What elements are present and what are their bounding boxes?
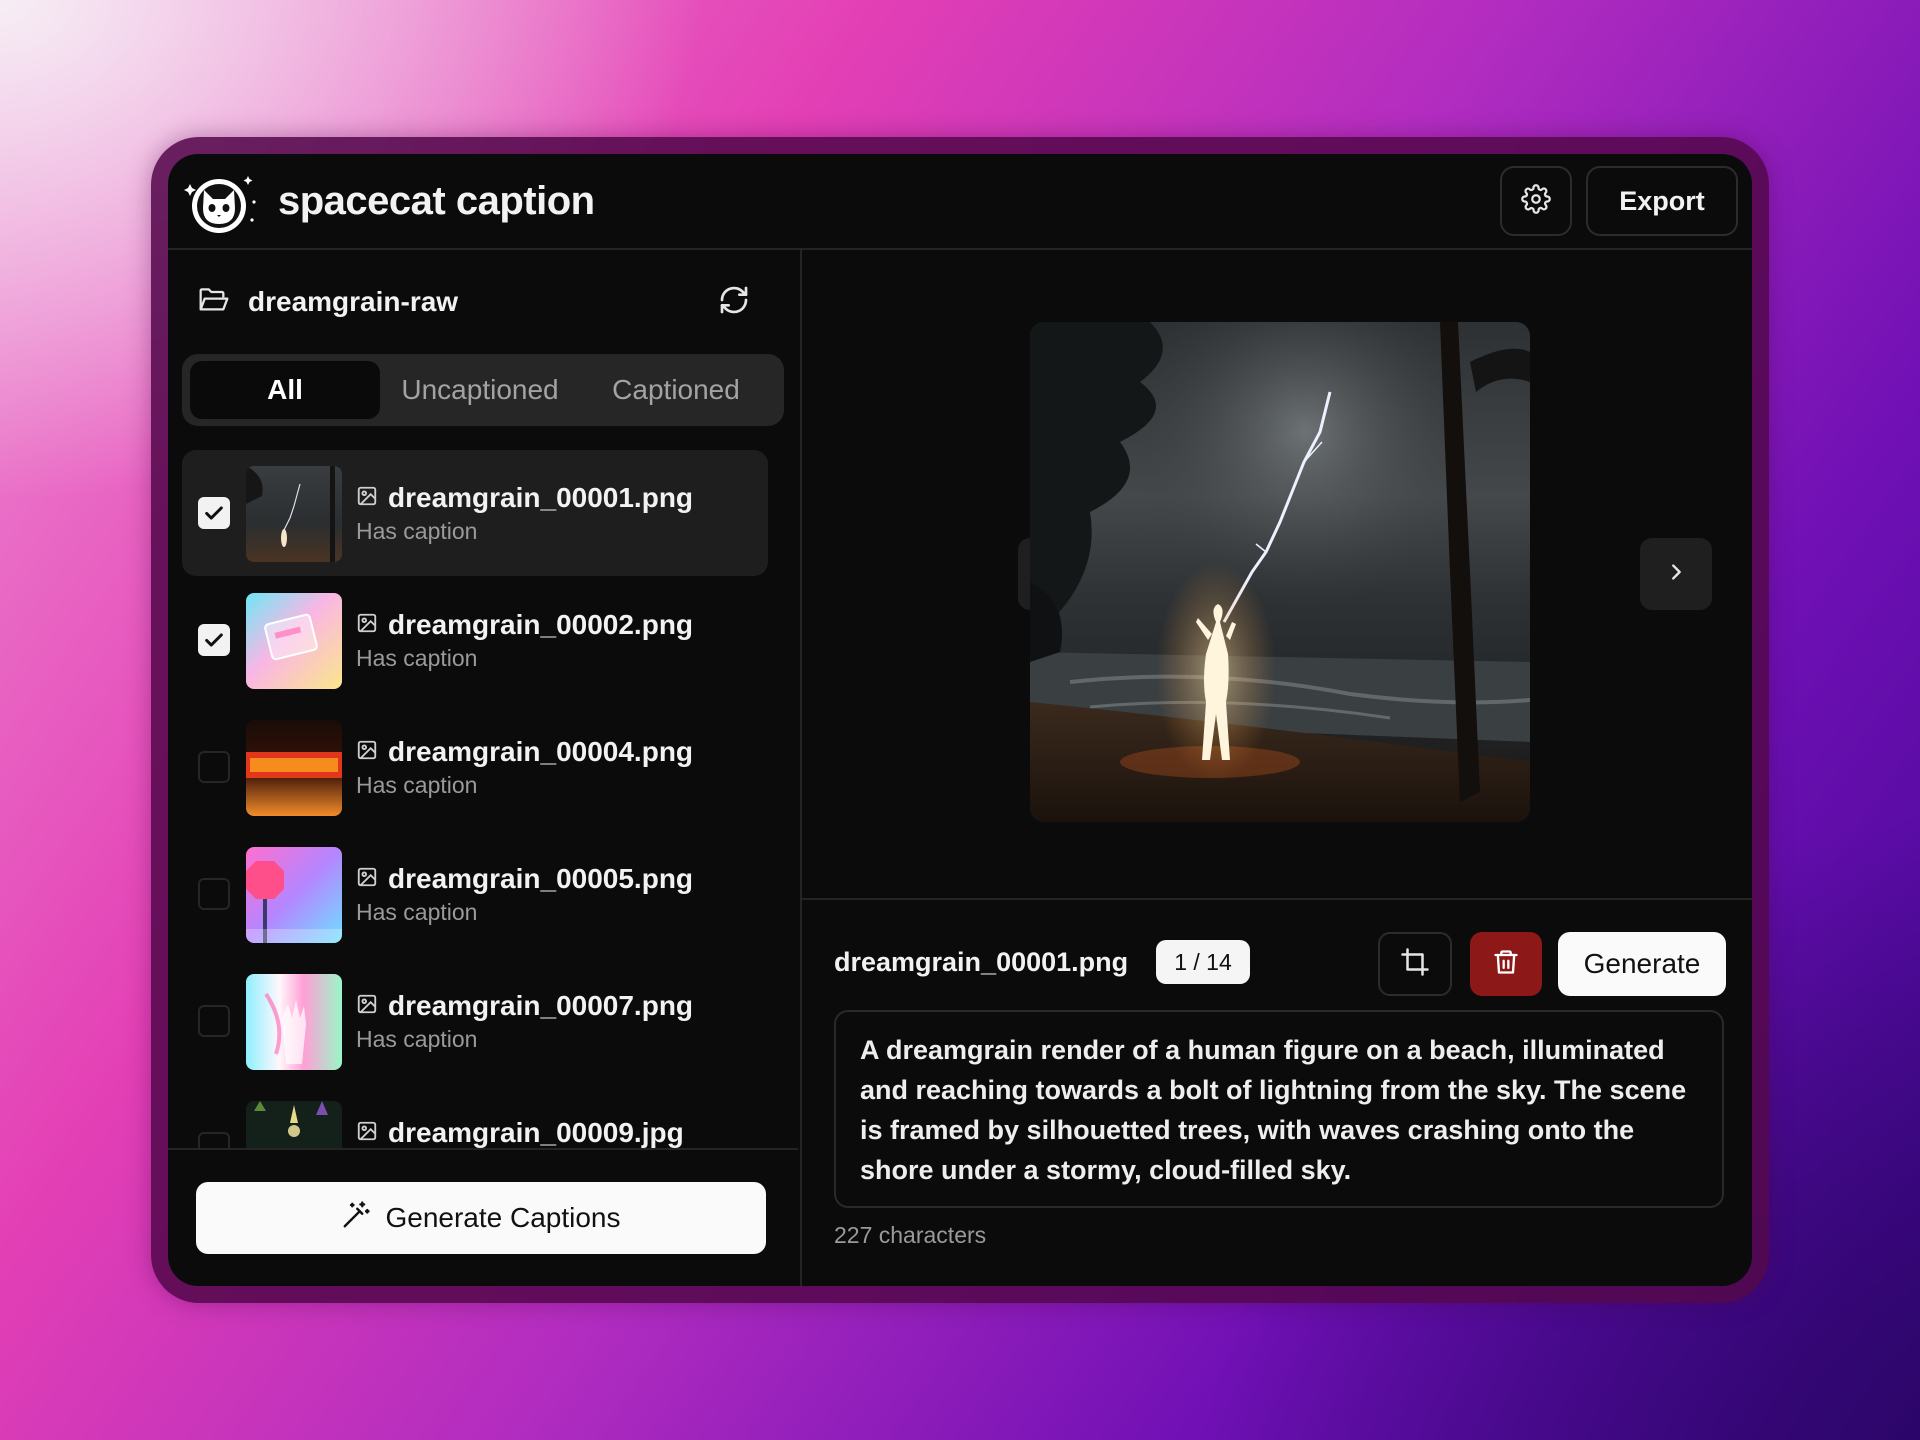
file-thumbnail	[246, 466, 342, 562]
file-status: Has caption	[356, 518, 478, 544]
file-checkbox[interactable]	[198, 1132, 230, 1148]
spacecat-logo	[182, 170, 262, 236]
settings-button[interactable]	[1500, 166, 1572, 236]
folder-open-icon	[198, 286, 230, 319]
file-status: Has caption	[356, 899, 478, 925]
tab-all[interactable]: All	[190, 361, 380, 419]
image-file-icon	[356, 485, 378, 512]
app-title: spacecat caption	[278, 179, 595, 223]
crop-icon	[1400, 947, 1430, 982]
file-name: dreamgrain_00004.png	[388, 736, 694, 767]
refresh-icon	[718, 284, 750, 321]
image-file-icon	[356, 739, 378, 766]
file-thumbnail	[246, 847, 342, 943]
file-status: Has caption	[356, 1026, 478, 1052]
file-item[interactable]: dreamgrain_00002.png Has caption	[182, 577, 768, 703]
file-checkbox[interactable]	[198, 878, 230, 910]
magic-wand-icon	[341, 1200, 371, 1237]
gear-icon	[1521, 183, 1551, 219]
file-name: dreamgrain_00001.png	[388, 482, 694, 513]
refresh-button[interactable]	[712, 280, 756, 324]
generate-captions-button[interactable]: Generate Captions	[196, 1182, 766, 1254]
delete-button[interactable]	[1470, 932, 1542, 996]
image-file-icon	[356, 1120, 378, 1147]
next-image-button[interactable]	[1640, 538, 1712, 610]
sidebar-footer: Generate Captions	[168, 1148, 798, 1286]
file-name: dreamgrain_00005.png	[388, 863, 694, 894]
folder-header: dreamgrain-raw	[198, 282, 458, 322]
app-window: spacecat caption Export dreamgrain-raw A…	[168, 154, 1752, 1286]
caption-editor: dreamgrain_00001.png 1 / 14 Generate A d…	[802, 900, 1752, 1286]
image-file-icon	[356, 612, 378, 639]
file-name: dreamgrain_00009.jpg	[388, 1117, 684, 1148]
app-header: spacecat caption Export	[168, 154, 1752, 250]
file-thumbnail	[246, 1101, 342, 1148]
file-item[interactable]: dreamgrain_00005.png Has caption	[182, 831, 768, 957]
file-item[interactable]: dreamgrain_00007.png Has caption	[182, 958, 768, 1084]
file-text: dreamgrain_00001.png Has caption	[356, 480, 693, 545]
file-text: dreamgrain_00005.png Has caption	[356, 861, 693, 926]
file-item[interactable]: dreamgrain_00004.png Has caption	[182, 704, 768, 830]
file-text: dreamgrain_00004.png Has caption	[356, 734, 693, 799]
file-item[interactable]: dreamgrain_00009.jpg	[182, 1085, 768, 1148]
file-name: dreamgrain_00007.png	[388, 990, 694, 1021]
file-text: dreamgrain_00002.png Has caption	[356, 607, 693, 672]
file-name: dreamgrain_00002.png	[388, 609, 694, 640]
image-file-icon	[356, 993, 378, 1020]
file-status: Has caption	[356, 772, 478, 798]
character-count: 227 characters	[834, 1222, 987, 1248]
filter-tabs: All Uncaptioned Captioned	[182, 354, 784, 426]
export-button[interactable]: Export	[1586, 166, 1738, 236]
file-status: Has caption	[356, 645, 478, 671]
current-file-name: dreamgrain_00001.png	[834, 947, 1129, 977]
image-file-icon	[356, 866, 378, 893]
file-thumbnail	[246, 974, 342, 1070]
chevron-right-icon	[1665, 561, 1687, 588]
file-list: dreamgrain_00001.png Has caption dreamgr…	[168, 450, 798, 1148]
file-checkbox[interactable]	[198, 751, 230, 783]
sidebar: dreamgrain-raw All Uncaptioned Captioned	[168, 250, 802, 1286]
file-text: dreamgrain_00007.png Has caption	[356, 988, 693, 1053]
folder-name: dreamgrain-raw	[248, 286, 459, 317]
file-thumbnail	[246, 593, 342, 689]
file-checkbox[interactable]	[198, 624, 230, 656]
image-viewer	[802, 250, 1752, 900]
tab-uncaptioned[interactable]: Uncaptioned	[382, 361, 578, 419]
caption-textarea[interactable]: A dreamgrain render of a human figure on…	[834, 1010, 1724, 1208]
crop-button[interactable]	[1378, 932, 1452, 996]
file-thumbnail	[246, 720, 342, 816]
generate-captions-label: Generate Captions	[385, 1202, 621, 1233]
file-checkbox[interactable]	[198, 497, 230, 529]
file-item[interactable]: dreamgrain_00001.png Has caption	[182, 450, 768, 576]
image-counter-badge: 1 / 14	[1156, 940, 1250, 984]
main-image	[1030, 322, 1530, 822]
file-text: dreamgrain_00009.jpg	[356, 1115, 684, 1148]
trash-icon	[1492, 948, 1520, 981]
tab-captioned[interactable]: Captioned	[578, 361, 774, 419]
generate-button[interactable]: Generate	[1558, 932, 1726, 996]
file-checkbox[interactable]	[198, 1005, 230, 1037]
